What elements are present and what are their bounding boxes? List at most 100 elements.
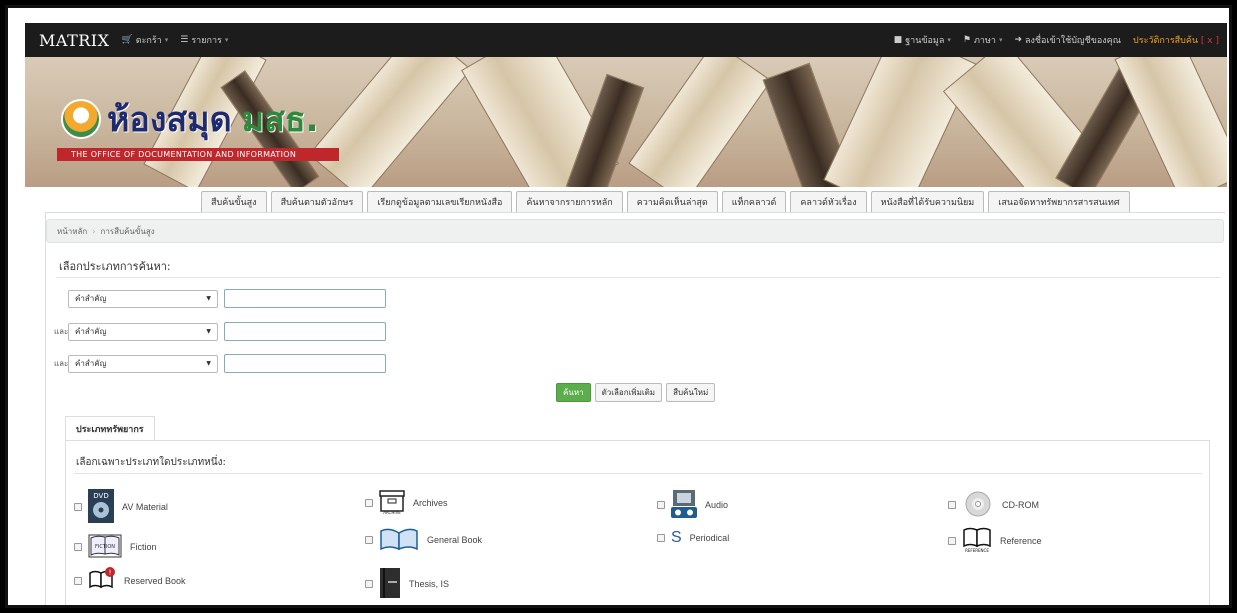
- av-material-label: AV Material: [122, 502, 168, 512]
- resource-option-reference[interactable]: REFERENCE Reference: [948, 527, 1042, 555]
- tab-call-number[interactable]: เรียกดูข้อมูลตามเลขเรียกหนังสือ: [367, 191, 513, 212]
- reference-book-icon: REFERENCE: [962, 527, 992, 555]
- fiction-book-icon: FICTION: [88, 533, 122, 561]
- resource-option-cd-rom[interactable]: CD-ROM: [948, 491, 1039, 519]
- nav-right-group: ■ ฐานข้อมูล ▾ ⚑ ภาษา ▾ ➜ ลงชื่อเข้าใช้บั…: [882, 33, 1227, 47]
- cart-icon: 🛒: [121, 35, 133, 45]
- svg-text:!: !: [109, 569, 112, 577]
- search-conjunction[interactable]: และ: [54, 357, 68, 370]
- tab-subject-cloud[interactable]: คลาวด์หัวเรื่อง: [790, 191, 867, 212]
- tab-advanced-search[interactable]: สืบค้นขั้นสูง: [201, 191, 267, 212]
- svg-text:REFERENCE: REFERENCE: [965, 548, 989, 553]
- archives-label: Archives: [413, 498, 448, 508]
- chevron-down-icon: ▾: [998, 36, 1003, 44]
- cd-rom-label: CD-ROM: [1002, 500, 1039, 510]
- nav-language-label: ภาษา: [973, 36, 996, 46]
- resource-type-panel: เลือกเฉพาะประเภทใดประเภทหนึ่ง: DVD AV Ma…: [65, 440, 1210, 605]
- tab-tag-cloud[interactable]: แท็กคลาวด์: [721, 191, 787, 212]
- periodical-label: Periodical: [689, 533, 730, 543]
- nav-cart-label: ตะกร้า: [135, 36, 162, 46]
- search-type-value: คำสำคัญ: [75, 327, 107, 336]
- top-navbar: MATRIX 🛒 ตะกร้า ▾ ☰ รายการ ▾ ■ ฐานข้อมูล…: [25, 23, 1227, 57]
- cd-icon: [962, 491, 994, 519]
- search-input[interactable]: [224, 322, 386, 341]
- audio-label: Audio: [705, 500, 729, 510]
- search-mode-tabs: สืบค้นขั้นสูง สืบค้นตามตัวอักษร เรียกดูข…: [201, 191, 1130, 212]
- resource-option-general-book[interactable]: General Book: [365, 527, 482, 553]
- nav-cart[interactable]: 🛒 ตะกร้า ▾: [122, 33, 169, 47]
- search-row: และ คำสำคัญ ▼: [54, 322, 386, 341]
- av-material-checkbox[interactable]: [74, 503, 82, 511]
- audio-checkbox[interactable]: [657, 501, 665, 509]
- breadcrumb-current: การสืบค้นขั้นสูง: [100, 226, 155, 236]
- search-input[interactable]: [224, 354, 386, 373]
- new-search-button[interactable]: สืบค้นใหม่: [666, 383, 716, 402]
- breadcrumb-home[interactable]: หน้าหลัก: [57, 225, 87, 238]
- archives-checkbox[interactable]: [365, 499, 373, 507]
- banner-book-art: [628, 57, 772, 187]
- cd-rom-checkbox[interactable]: [948, 501, 956, 509]
- open-book-icon: [379, 527, 419, 553]
- tab-recent-comments[interactable]: ความคิดเห็นล่าสุด: [626, 191, 718, 212]
- logo-row: ห้องสมุด มสธ.: [61, 92, 339, 146]
- search-conjunction[interactable]: และ: [54, 325, 68, 338]
- tab-resource-type[interactable]: ประเภททรัพยากร: [65, 416, 155, 441]
- resource-option-reserved-book[interactable]: ! Reserved Book: [74, 567, 186, 595]
- tab-alphabetical[interactable]: สืบค้นตามตัวอักษร: [270, 191, 364, 212]
- search-type-value: คำสำคัญ: [75, 359, 107, 368]
- resource-option-periodical[interactable]: S Periodical: [657, 529, 729, 547]
- reserved-book-label: Reserved Book: [124, 576, 186, 586]
- reference-label: Reference: [1000, 536, 1042, 546]
- nav-list-label: รายการ: [191, 36, 222, 46]
- search-button[interactable]: ค้นหา: [556, 383, 591, 402]
- nav-language[interactable]: ⚑ ภาษา ▾: [963, 33, 1003, 47]
- login-icon: ➜: [1014, 35, 1023, 45]
- nav-database-label: ฐานข้อมูล: [905, 36, 945, 46]
- library-logo[interactable]: ห้องสมุด มสธ. THE OFFICE OF DOCUMENTATIO…: [57, 92, 339, 161]
- chevron-down-icon: ▼: [206, 295, 211, 302]
- search-input[interactable]: [224, 289, 386, 308]
- dvd-icon: DVD: [88, 489, 114, 525]
- logo-abbreviation: มสธ.: [241, 100, 319, 140]
- list-icon: ☰: [180, 35, 189, 45]
- search-type-value: คำสำคัญ: [75, 294, 107, 303]
- reserved-book-icon: !: [88, 567, 116, 595]
- banner-book-art: [823, 57, 977, 187]
- search-row: คำสำคัญ ▼: [54, 289, 386, 308]
- brand-logo[interactable]: MATRIX: [39, 31, 110, 50]
- archive-box-icon: ARCHIVE: [379, 489, 405, 517]
- search-history-label: ประวัติการสืบค้น: [1133, 36, 1199, 46]
- nav-database[interactable]: ■ ฐานข้อมูล ▾: [894, 33, 951, 47]
- resource-option-thesis[interactable]: Thesis, IS: [365, 567, 449, 601]
- thesis-checkbox[interactable]: [365, 580, 373, 588]
- nav-login[interactable]: ➜ ลงชื่อเข้าใช้บัญชีของคุณ: [1014, 33, 1121, 47]
- tab-popular-books[interactable]: หนังสือที่ได้รับความนิยม: [870, 191, 985, 212]
- more-options-button[interactable]: ตัวเลือกเพิ่มเติม: [594, 383, 663, 402]
- periodical-checkbox[interactable]: [657, 534, 665, 542]
- search-type-heading: เลือกประเภทการค้นหา:: [59, 260, 171, 273]
- clear-history-button[interactable]: [ x ]: [1201, 36, 1219, 46]
- fiction-label: Fiction: [130, 542, 157, 552]
- search-history-link[interactable]: ประวัติการสืบค้น [ x ]: [1133, 33, 1219, 47]
- search-type-select[interactable]: คำสำคัญ ▼: [68, 354, 218, 373]
- nav-list[interactable]: ☰ รายการ ▾: [180, 33, 228, 47]
- resource-option-av-material[interactable]: DVD AV Material: [74, 489, 168, 525]
- chevron-down-icon: ▾: [164, 36, 169, 44]
- reference-checkbox[interactable]: [948, 537, 956, 545]
- resource-option-audio[interactable]: Audio: [657, 489, 728, 521]
- chevron-down-icon: ▼: [206, 328, 211, 335]
- fiction-checkbox[interactable]: [74, 543, 82, 551]
- general-book-label: General Book: [427, 535, 483, 545]
- resource-option-fiction[interactable]: FICTION Fiction: [74, 533, 157, 561]
- general-book-checkbox[interactable]: [365, 536, 373, 544]
- tab-suggest-purchase[interactable]: เสนอจัดหาทรัพยากรสารสนเทศ: [988, 191, 1130, 212]
- search-type-select[interactable]: คำสำคัญ ▼: [68, 289, 218, 308]
- breadcrumb-separator: ›: [92, 226, 96, 236]
- svg-text:FICTION: FICTION: [95, 544, 115, 550]
- library-emblem-icon: [61, 99, 101, 139]
- library-banner: ห้องสมุด มสธ. THE OFFICE OF DOCUMENTATIO…: [25, 57, 1227, 187]
- reserved-book-checkbox[interactable]: [74, 577, 82, 585]
- search-type-select[interactable]: คำสำคัญ ▼: [68, 322, 218, 341]
- tab-main-catalog[interactable]: ค้นหาจากรายการหลัก: [516, 191, 623, 212]
- resource-option-archives[interactable]: ARCHIVE Archives: [365, 489, 448, 517]
